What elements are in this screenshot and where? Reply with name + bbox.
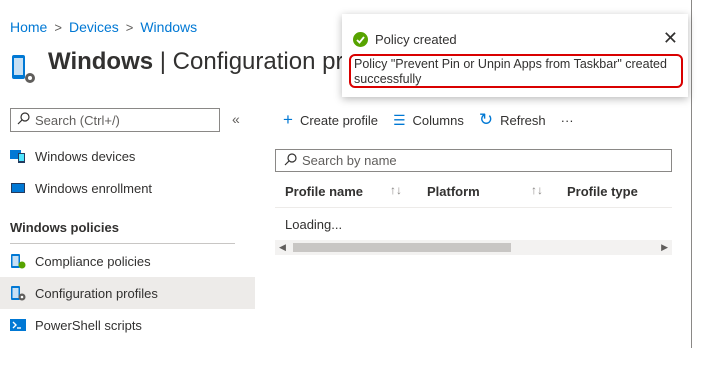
sidebar-item-configuration-profiles[interactable]: Configuration profiles bbox=[0, 277, 255, 309]
horizontal-scrollbar[interactable]: ◀ ▶ bbox=[275, 240, 672, 255]
powershell-icon bbox=[10, 317, 26, 333]
breadcrumb-windows[interactable]: Windows bbox=[140, 19, 197, 35]
sidebar-item-windows-enrollment[interactable]: Windows enrollment bbox=[0, 172, 255, 204]
windows-devices-icon bbox=[10, 148, 26, 164]
close-icon[interactable]: ✕ bbox=[663, 28, 678, 49]
collapse-sidebar-icon[interactable]: « bbox=[232, 111, 240, 127]
scroll-left-icon[interactable]: ◀ bbox=[279, 242, 286, 253]
command-bar: + Create profile ☰ Columns ↻ Refresh ··· bbox=[283, 110, 589, 130]
breadcrumb-home[interactable]: Home bbox=[10, 19, 47, 35]
sidebar-item-label: PowerShell scripts bbox=[35, 317, 142, 333]
configuration-icon bbox=[10, 285, 26, 301]
sidebar-item-compliance-policies[interactable]: Compliance policies bbox=[0, 245, 255, 277]
breadcrumb: Home > Devices > Windows bbox=[10, 19, 197, 35]
device-config-icon bbox=[10, 54, 40, 86]
sort-icon[interactable]: ↑↓ bbox=[390, 183, 402, 197]
notification-title: Policy created bbox=[375, 32, 457, 47]
section-title-windows-policies: Windows policies bbox=[10, 220, 119, 235]
loading-text: Loading... bbox=[285, 217, 343, 232]
refresh-button[interactable]: ↻ Refresh bbox=[479, 110, 546, 130]
create-profile-button[interactable]: + Create profile bbox=[283, 110, 378, 130]
breadcrumb-devices[interactable]: Devices bbox=[69, 19, 119, 35]
sidebar-item-label: Configuration profiles bbox=[35, 285, 158, 301]
sort-icon[interactable]: ↑↓ bbox=[531, 183, 543, 197]
sidebar-search-placeholder: Search (Ctrl+/) bbox=[35, 112, 120, 128]
sidebar-item-powershell-scripts[interactable]: PowerShell scripts bbox=[0, 309, 255, 341]
plus-icon: + bbox=[283, 110, 293, 129]
page-title: Windows | Configuration pr bbox=[48, 48, 344, 75]
chevron-right-icon: > bbox=[125, 19, 134, 35]
search-by-name-input[interactable]: Search by name bbox=[275, 149, 672, 172]
notification-toast: Policy created ✕ Policy "Prevent Pin or … bbox=[342, 14, 688, 97]
more-icon: ··· bbox=[560, 112, 574, 128]
sidebar-item-label: Compliance policies bbox=[35, 253, 151, 269]
sidebar-item-windows-devices[interactable]: Windows devices bbox=[0, 140, 255, 172]
search-icon bbox=[284, 152, 297, 169]
page-header: Windows | Configuration pr bbox=[10, 46, 344, 83]
refresh-icon: ↻ bbox=[478, 110, 494, 129]
more-button[interactable]: ··· bbox=[561, 113, 574, 128]
divider bbox=[10, 243, 235, 244]
columns-button[interactable]: ☰ Columns bbox=[393, 112, 464, 129]
sidebar-item-label: Windows devices bbox=[35, 148, 136, 164]
compliance-icon bbox=[10, 253, 26, 269]
sidebar-item-label: Windows enrollment bbox=[35, 180, 153, 196]
search-icon bbox=[17, 112, 30, 128]
scrollbar-thumb[interactable] bbox=[293, 243, 511, 252]
success-check-icon bbox=[353, 32, 368, 47]
search-by-name-placeholder: Search by name bbox=[302, 153, 397, 168]
notification-message: Policy "Prevent Pin or Unpin Apps from T… bbox=[349, 54, 683, 88]
windows-enrollment-icon bbox=[10, 180, 26, 196]
column-header-profile-name[interactable]: Profile name bbox=[285, 184, 363, 199]
columns-icon: ☰ bbox=[392, 111, 406, 128]
column-header-profile-type[interactable]: Profile type bbox=[567, 184, 638, 199]
scroll-right-icon[interactable]: ▶ bbox=[661, 242, 668, 253]
column-header-platform[interactable]: Platform bbox=[427, 184, 480, 199]
sidebar-search-input[interactable]: Search (Ctrl+/) bbox=[10, 108, 220, 132]
chevron-right-icon: > bbox=[54, 19, 62, 35]
grid-header: Profile name ↑↓ Platform ↑↓ Profile type bbox=[275, 176, 672, 208]
divider bbox=[691, 0, 692, 348]
